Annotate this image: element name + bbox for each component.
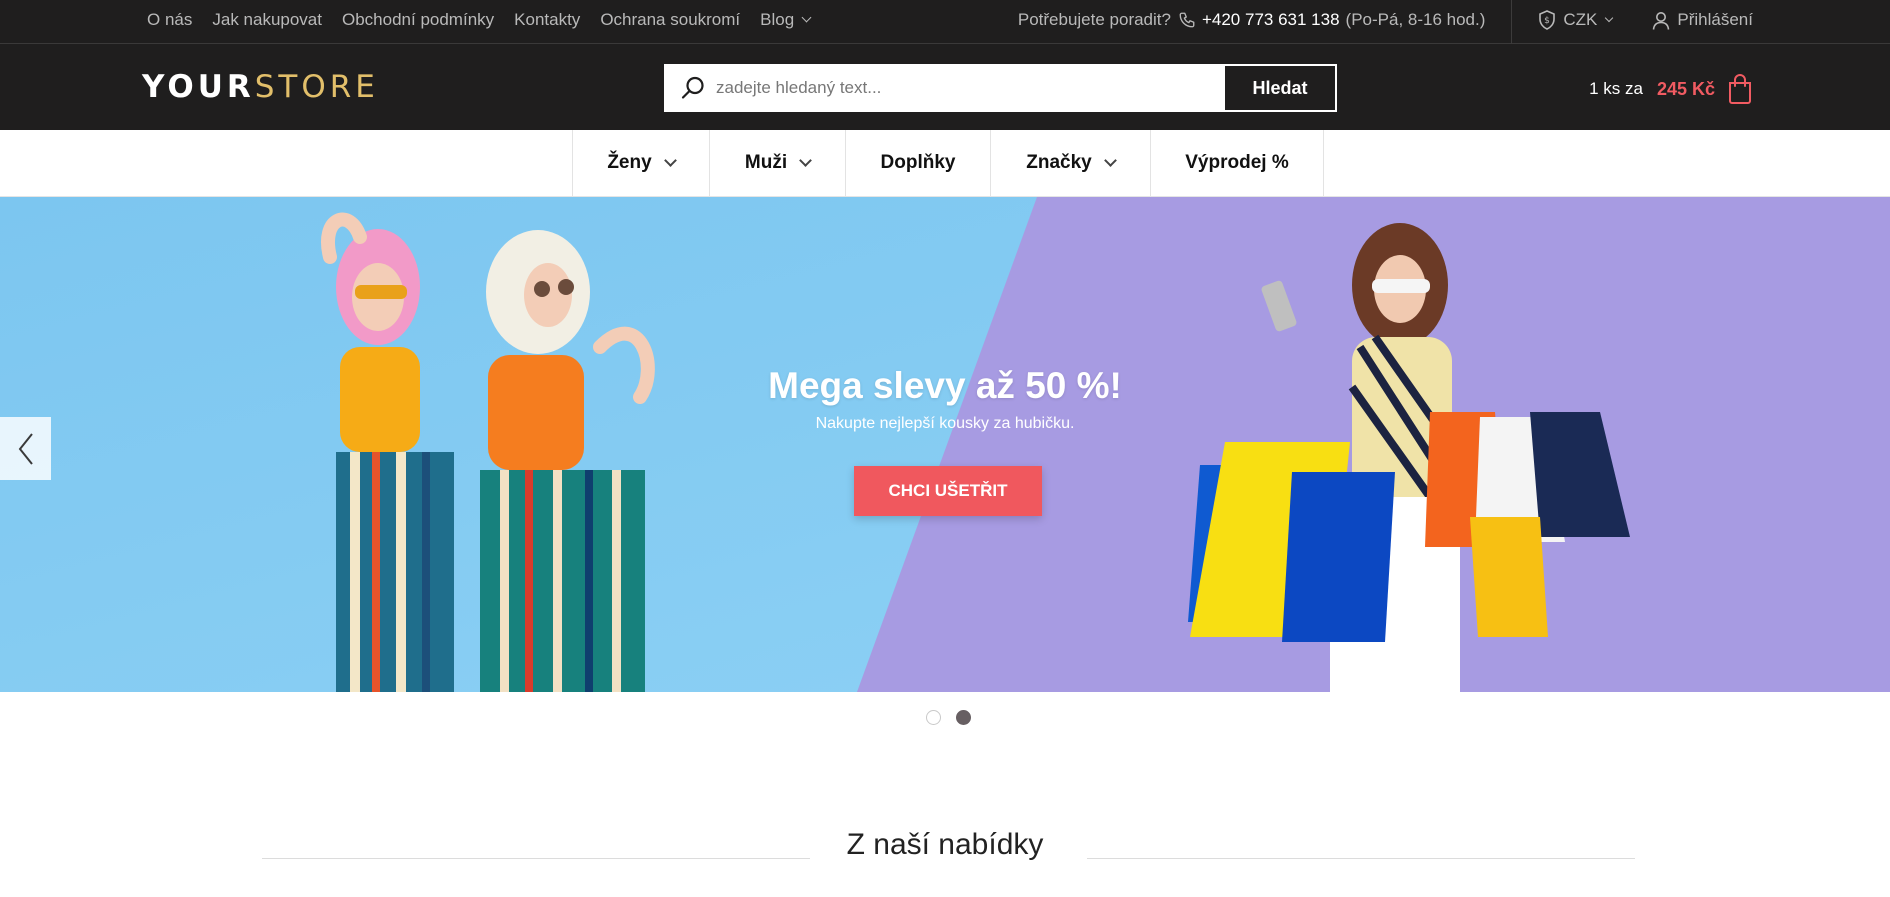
- store-logo[interactable]: YOURSTORE: [142, 69, 379, 105]
- nav-item-label: Ženy: [607, 152, 652, 173]
- search-bar: Hledat: [664, 64, 1337, 112]
- nav-item-brands[interactable]: Značky: [990, 130, 1150, 196]
- cart-price: 245 Kč: [1656, 78, 1715, 99]
- search-icon: [680, 75, 706, 101]
- top-link-privacy[interactable]: Ochrana soukromí: [600, 10, 740, 30]
- login-label: Přihlášení: [1677, 10, 1753, 29]
- nav-item-men[interactable]: Muži: [709, 130, 845, 196]
- divider: [1511, 0, 1513, 44]
- top-link-label: Ochrana soukromí: [600, 10, 741, 29]
- login-link[interactable]: Přihlášení: [1652, 10, 1753, 30]
- top-link-how-to-buy[interactable]: Jak nakupovat: [212, 10, 322, 30]
- svg-text:$: $: [1545, 16, 1551, 26]
- cart-count: 1 ks za: [1589, 79, 1643, 98]
- cart-summary[interactable]: 1 ks za 245 Kč: [1589, 74, 1753, 104]
- search-input[interactable]: [706, 68, 1225, 108]
- nav-item-label: Výprodej %: [1185, 152, 1289, 173]
- help-contact: Potřebujete poradit? +420 773 631 138 (P…: [1018, 10, 1486, 30]
- top-link-terms[interactable]: Obchodní podmínky: [342, 10, 494, 30]
- slider-dot-1[interactable]: [926, 710, 941, 725]
- chevron-down-icon: [799, 153, 812, 167]
- header: YOURSTORE Hledat 1 ks za 245 Kč: [0, 44, 1890, 130]
- top-link-label: Jak nakupovat: [212, 10, 322, 29]
- shopping-bag-icon: [1727, 74, 1753, 104]
- top-link-label: O nás: [147, 10, 193, 29]
- opening-hours: (Po-Pá, 8-16 hod.): [1345, 10, 1486, 29]
- slider-dots: [926, 710, 971, 725]
- top-link-about[interactable]: O nás: [147, 10, 192, 30]
- phone-number-link[interactable]: +420 773 631 138: [1202, 10, 1340, 30]
- top-link-blog[interactable]: Blog: [760, 10, 812, 30]
- nav-item-sale[interactable]: Výprodej %: [1150, 130, 1324, 196]
- chevron-down-icon: [1103, 153, 1117, 167]
- nav-item-women[interactable]: Ženy: [572, 130, 709, 196]
- nav-item-label: Značky: [1026, 152, 1092, 173]
- top-bar: O nás Jak nakupovat Obchodní podmínky Ko…: [0, 0, 1890, 44]
- category-list: Ženy Muži Doplňky Značky Výprodej %: [572, 130, 1324, 196]
- chevron-down-icon: [1605, 13, 1614, 22]
- section-title: Z naší nabídky: [846, 828, 1044, 861]
- hero-banner: Mega slevy až 50 %! Nakupte nejlepší kou…: [0, 197, 1890, 692]
- phone-icon: [1178, 11, 1196, 29]
- nav-item-label: Muži: [744, 152, 788, 173]
- top-right: Potřebujete poradit? +420 773 631 138 (P…: [1018, 0, 1753, 44]
- nav-item-label: Doplňky: [880, 152, 956, 173]
- section-divider-right: [1087, 858, 1635, 859]
- category-nav: Ženy Muži Doplňky Značky Výprodej %: [0, 130, 1890, 197]
- top-links: O nás Jak nakupovat Obchodní podmínky Ko…: [147, 0, 812, 40]
- currency-shield-icon: $: [1539, 10, 1556, 30]
- hero-cta-button[interactable]: CHCI UŠETŘIT: [854, 466, 1042, 516]
- chevron-down-icon: [663, 153, 677, 167]
- hero-title: Mega slevy až 50 %!: [768, 365, 1122, 406]
- user-icon: [1653, 11, 1670, 30]
- top-link-label: Kontakty: [514, 10, 581, 29]
- hero-subtitle: Nakupte nejlepší kousky za hubičku.: [815, 415, 1075, 432]
- slider-dot-2[interactable]: [956, 710, 971, 725]
- currency-selector[interactable]: $ CZK: [1538, 10, 1614, 30]
- logo-text-part1: YOUR: [142, 69, 255, 105]
- top-link-contacts[interactable]: Kontakty: [514, 10, 580, 30]
- hero-background-image: [0, 197, 1890, 692]
- search-button[interactable]: Hledat: [1225, 66, 1335, 110]
- logo-text-part2: STORE: [254, 69, 379, 105]
- chevron-down-icon: [801, 12, 812, 23]
- top-link-label: Blog: [760, 10, 795, 29]
- help-text: Potřebujete poradit?: [1017, 10, 1171, 29]
- nav-item-accessories[interactable]: Doplňky: [845, 130, 990, 196]
- currency-label: CZK: [1563, 10, 1598, 29]
- top-link-label: Obchodní podmínky: [342, 10, 495, 29]
- chevron-left-icon: [18, 432, 33, 465]
